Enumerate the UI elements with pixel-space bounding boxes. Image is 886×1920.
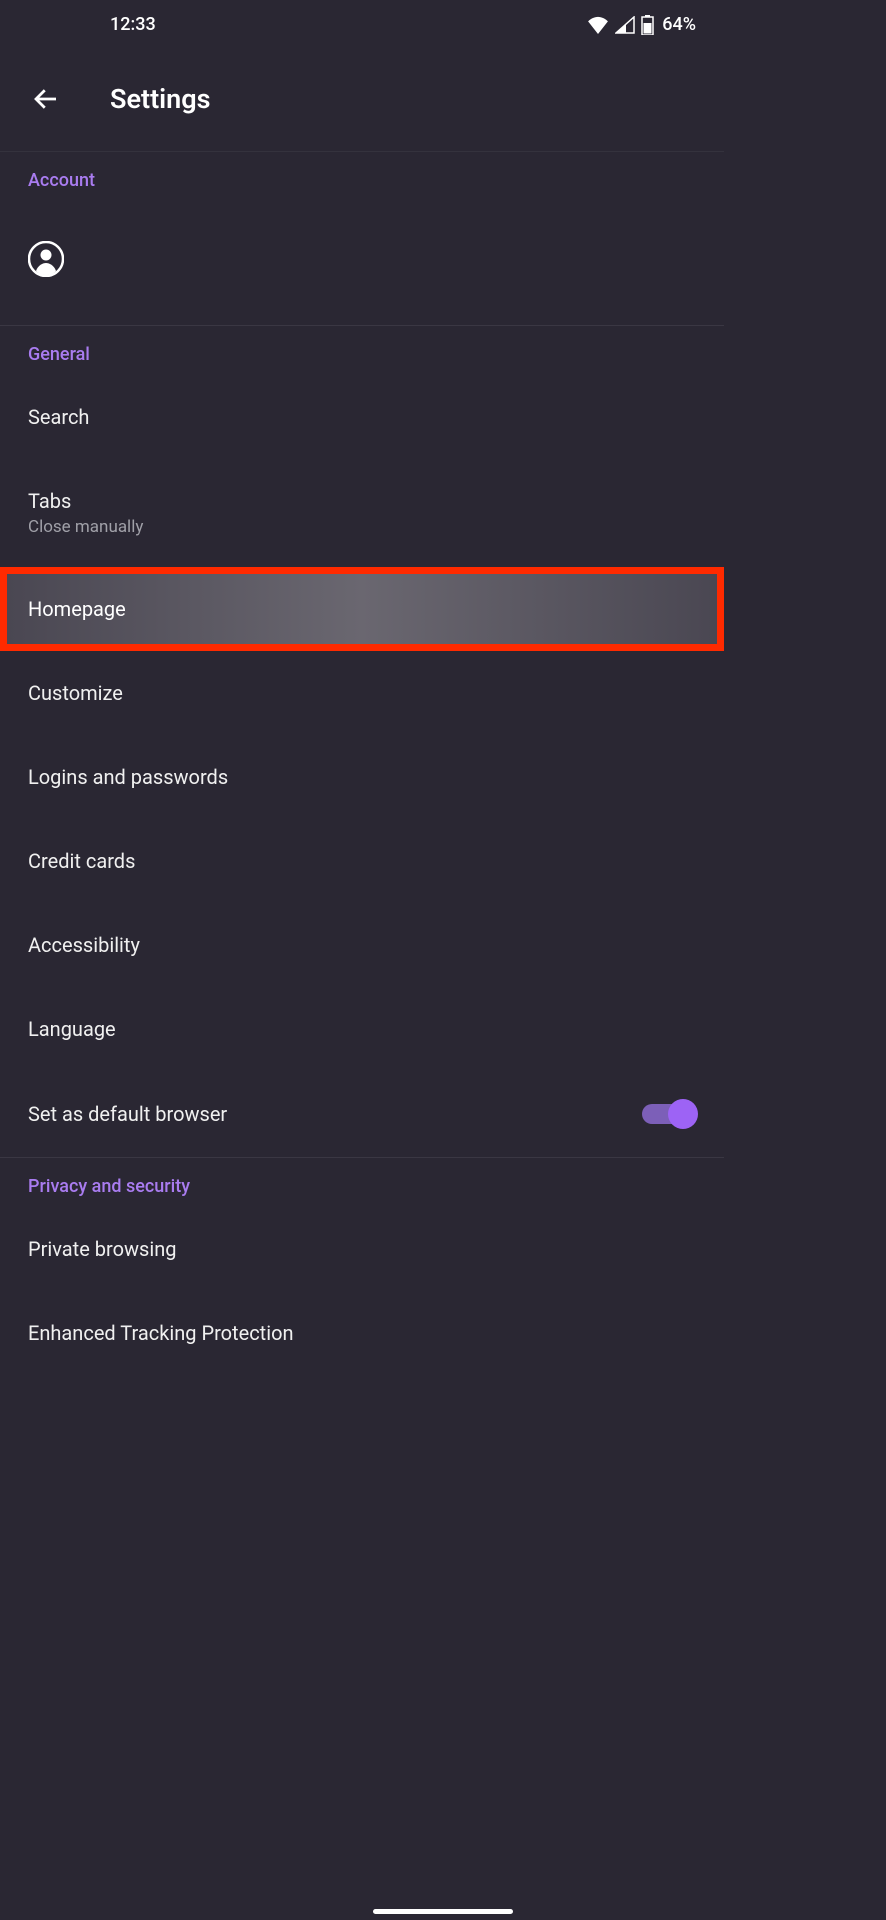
back-button[interactable]	[30, 83, 62, 115]
section-header-general: General	[0, 326, 724, 375]
status-icons: 64%	[587, 14, 696, 35]
section-header-privacy: Privacy and security	[0, 1158, 724, 1207]
battery-icon	[641, 15, 654, 35]
toggle-thumb	[668, 1099, 698, 1129]
settings-item-customize[interactable]: Customize	[0, 651, 724, 735]
settings-item-search[interactable]: Search	[0, 375, 724, 459]
status-bar: 12:33 64%	[0, 0, 724, 47]
account-row[interactable]	[0, 201, 724, 326]
label: Search	[28, 405, 696, 429]
label: Private browsing	[28, 1237, 696, 1261]
settings-item-credit-cards[interactable]: Credit cards	[0, 819, 724, 903]
section-header-account: Account	[0, 152, 724, 201]
label: Homepage	[28, 597, 696, 621]
wifi-icon	[587, 16, 609, 34]
arrow-left-icon	[31, 84, 61, 114]
settings-item-tabs[interactable]: Tabs Close manually	[0, 459, 724, 567]
label: Credit cards	[28, 849, 696, 873]
settings-item-tracking-protection[interactable]: Enhanced Tracking Protection	[0, 1291, 724, 1375]
battery-percent: 64%	[662, 14, 696, 35]
status-time: 12:33	[110, 14, 156, 35]
settings-item-default-browser[interactable]: Set as default browser	[0, 1071, 724, 1158]
sublabel: Close manually	[28, 517, 696, 537]
label: Set as default browser	[28, 1102, 227, 1126]
settings-item-accessibility[interactable]: Accessibility	[0, 903, 724, 987]
settings-item-logins[interactable]: Logins and passwords	[0, 735, 724, 819]
label: Logins and passwords	[28, 765, 696, 789]
page-title: Settings	[110, 83, 211, 115]
settings-item-language[interactable]: Language	[0, 987, 724, 1071]
label: Language	[28, 1017, 696, 1041]
label: Tabs	[28, 489, 696, 513]
signal-icon	[615, 16, 635, 34]
home-indicator[interactable]	[373, 1909, 513, 1914]
app-header: Settings	[0, 47, 724, 152]
label: Accessibility	[28, 933, 696, 957]
avatar-icon	[28, 241, 64, 277]
label: Customize	[28, 681, 696, 705]
settings-item-private-browsing[interactable]: Private browsing	[0, 1207, 724, 1291]
label: Enhanced Tracking Protection	[28, 1321, 696, 1345]
default-browser-toggle[interactable]	[642, 1101, 696, 1127]
settings-item-homepage[interactable]: Homepage	[0, 567, 724, 651]
